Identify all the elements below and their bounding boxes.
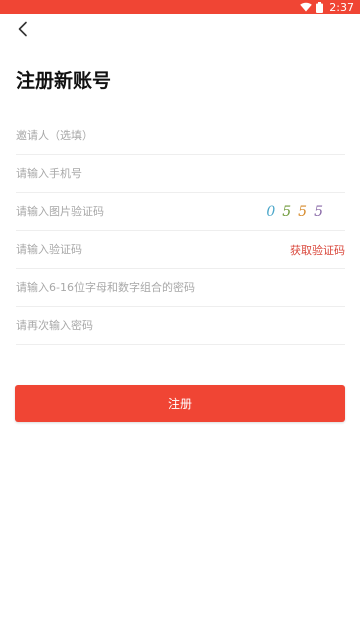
- register-form: 0 5 5 5 获取验证码: [16, 117, 345, 345]
- captcha-image[interactable]: 0 5 5 5: [266, 204, 345, 220]
- confirm-password-row: [16, 307, 345, 345]
- inviter-row: [16, 117, 345, 155]
- inviter-input[interactable]: [16, 117, 345, 154]
- password-row: [16, 269, 345, 307]
- status-bar: 2:37: [0, 0, 360, 14]
- sms-code-row: 获取验证码: [16, 231, 345, 269]
- image-captcha-input[interactable]: [16, 193, 267, 230]
- password-input[interactable]: [16, 269, 345, 306]
- captcha-digit: 5: [314, 203, 323, 220]
- battery-icon: [316, 1, 324, 13]
- captcha-digit: 0: [266, 203, 276, 220]
- phone-input[interactable]: [16, 155, 345, 192]
- status-icons: [300, 1, 324, 13]
- chevron-left-icon: [17, 21, 29, 41]
- page-title: 注册新账号: [16, 70, 112, 92]
- back-button[interactable]: [12, 20, 34, 42]
- captcha-digit: 5: [298, 203, 308, 220]
- captcha-digit: 5: [282, 203, 292, 220]
- status-time: 2:37: [329, 0, 354, 14]
- register-button[interactable]: 注册: [15, 385, 345, 422]
- get-code-button[interactable]: 获取验证码: [290, 242, 345, 258]
- image-captcha-row: 0 5 5 5: [16, 193, 345, 231]
- confirm-password-input[interactable]: [16, 307, 345, 344]
- wifi-icon: [300, 2, 313, 12]
- sms-code-input[interactable]: [16, 231, 290, 268]
- phone-row: [16, 155, 345, 193]
